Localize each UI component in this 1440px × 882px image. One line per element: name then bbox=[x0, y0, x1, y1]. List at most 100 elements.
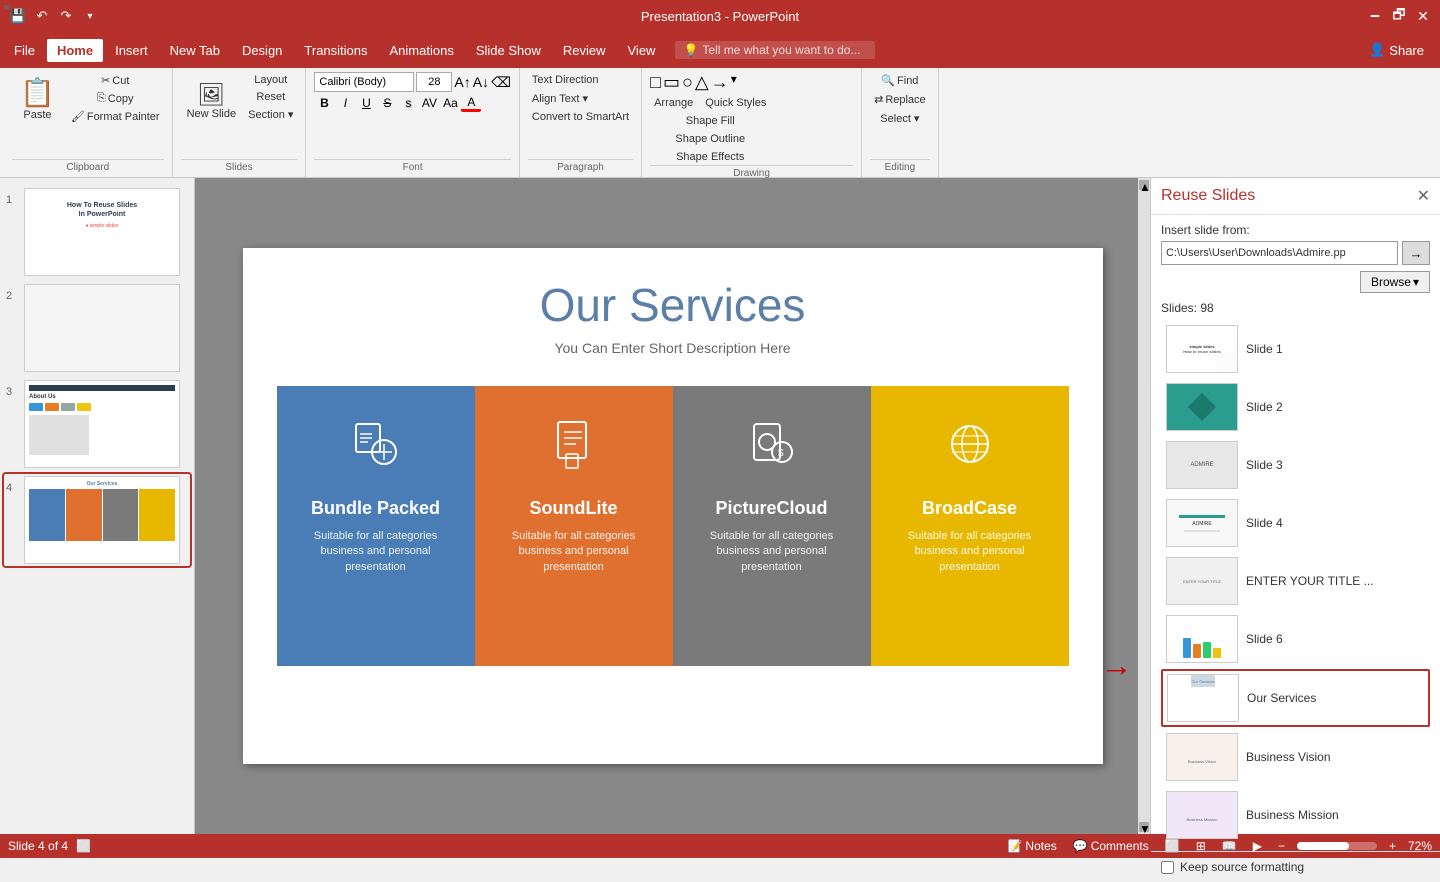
layout-button[interactable]: Layout bbox=[244, 72, 297, 88]
font-name-input[interactable] bbox=[314, 72, 414, 92]
slide-show-button[interactable]: ▶ bbox=[1249, 839, 1266, 853]
reading-view-button[interactable]: 📖 bbox=[1218, 839, 1241, 853]
reuse-slide-2[interactable]: Slide 2 bbox=[1161, 379, 1430, 435]
close-icon[interactable]: ✕ bbox=[1414, 7, 1432, 25]
zoom-slider[interactable] bbox=[1297, 842, 1377, 850]
reuse-slide-8[interactable]: Business Vision Business Vision bbox=[1161, 729, 1430, 785]
shape-outline-button[interactable]: Shape Outline bbox=[650, 131, 770, 147]
reuse-slides-list: simple slides How to reuse slides Slide … bbox=[1161, 321, 1430, 843]
clear-format-icon[interactable]: ⌫ bbox=[491, 74, 511, 91]
paste-button[interactable]: 📋 Paste bbox=[12, 72, 63, 125]
copy-button[interactable]: ⎘ Copy bbox=[67, 90, 164, 107]
service-card-2[interactable]: SoundLite Suitable for all categories bu… bbox=[475, 386, 673, 666]
zoom-out-button[interactable]: − bbox=[1274, 839, 1289, 853]
reuse-slide-thumb-9: Business Mission bbox=[1166, 791, 1238, 839]
section-button[interactable]: Section ▾ bbox=[244, 106, 297, 123]
service-card-3[interactable]: $ PictureCloud Suitable for all categori… bbox=[673, 386, 871, 666]
underline-button[interactable]: U bbox=[356, 94, 376, 112]
font-color-button[interactable]: A bbox=[461, 94, 481, 112]
browse-button[interactable]: Browse ▾ bbox=[1360, 271, 1430, 293]
menu-new-tab[interactable]: New Tab bbox=[160, 39, 230, 62]
strikethrough-button[interactable]: S bbox=[377, 94, 397, 112]
shape-fill-button[interactable]: Shape Fill bbox=[650, 113, 770, 129]
reuse-slide-1[interactable]: simple slides How to reuse slides Slide … bbox=[1161, 321, 1430, 377]
browse-dropdown-icon: ▾ bbox=[1413, 275, 1419, 289]
paragraph-label: Paragraph bbox=[528, 159, 633, 173]
customize-qat-icon[interactable]: ▾ bbox=[80, 6, 100, 26]
drawing-label: Drawing bbox=[650, 165, 853, 179]
reuse-slide-thumb-4: ADMIRE bbox=[1166, 499, 1238, 547]
reuse-body: Insert slide from: → Browse ▾ Slides: 98 bbox=[1151, 215, 1440, 851]
menu-slide-show[interactable]: Slide Show bbox=[466, 39, 551, 62]
slide-thumb-4[interactable]: 4 Our Services bbox=[4, 474, 190, 566]
convert-smartart-button[interactable]: Convert to SmartArt bbox=[528, 109, 633, 125]
reuse-slide-3[interactable]: ADMIRE Slide 3 bbox=[1161, 437, 1430, 493]
keep-source-formatting-checkbox[interactable] bbox=[1161, 861, 1174, 874]
reuse-close-button[interactable]: ✕ bbox=[1417, 186, 1430, 206]
menu-file[interactable]: File bbox=[4, 39, 45, 62]
copy-icon: ⎘ bbox=[97, 92, 106, 105]
shapes-more-icon[interactable]: ▾ bbox=[731, 72, 737, 93]
slide-thumb-3[interactable]: 3★ About Us bbox=[4, 378, 190, 470]
change-case-button[interactable]: Aa bbox=[440, 94, 460, 112]
reuse-slide-6[interactable]: Slide 6 bbox=[1161, 611, 1430, 667]
reuse-slide-7[interactable]: Our Services Our Services bbox=[1161, 669, 1430, 727]
shape-effects-button[interactable]: Shape Effects bbox=[650, 149, 770, 165]
minimize-icon[interactable]: 🗕 bbox=[1366, 7, 1384, 25]
triangle-icon: △ bbox=[695, 72, 709, 93]
menu-transitions[interactable]: Transitions bbox=[294, 39, 377, 62]
decrease-font-icon[interactable]: A↓ bbox=[473, 74, 489, 90]
share-label: Share bbox=[1389, 43, 1424, 58]
find-button[interactable]: 🔍 Find bbox=[870, 72, 930, 89]
status-left: Slide 4 of 4 ⬜ bbox=[8, 839, 91, 853]
cut-button[interactable]: ✂ Cut bbox=[67, 72, 164, 89]
text-direction-button[interactable]: Text Direction bbox=[528, 72, 603, 88]
menu-view[interactable]: View bbox=[618, 39, 666, 62]
zoom-in-button[interactable]: + bbox=[1385, 839, 1400, 853]
clipboard-label: Clipboard bbox=[12, 159, 164, 173]
undo-icon[interactable]: ↶ bbox=[32, 6, 52, 26]
menu-animations[interactable]: Animations bbox=[380, 39, 464, 62]
path-input[interactable] bbox=[1161, 241, 1398, 265]
quick-styles-button[interactable]: Quick Styles bbox=[701, 95, 770, 111]
align-text-button[interactable]: Align Text ▾ bbox=[528, 90, 592, 107]
oval-icon: ○ bbox=[682, 72, 693, 93]
redo-icon[interactable]: ↷ bbox=[56, 6, 76, 26]
search-label[interactable]: Tell me what you want to do... bbox=[702, 43, 860, 57]
menu-review[interactable]: Review bbox=[553, 39, 616, 62]
reuse-slide-5[interactable]: ENTER YOUR TITLE ENTER YOUR TITLE ... bbox=[1161, 553, 1430, 609]
slide-thumb-2[interactable]: 2 bbox=[4, 282, 190, 374]
quick-access-toolbar: 💾 ↶ ↷ ▾ bbox=[8, 6, 100, 26]
menu-insert[interactable]: Insert bbox=[105, 39, 158, 62]
shadow-button[interactable]: s bbox=[398, 94, 418, 112]
new-slide-button[interactable]: 🖼 New Slide bbox=[181, 72, 243, 132]
comments-button[interactable]: 💬 Comments bbox=[1069, 839, 1153, 853]
select-button[interactable]: Select ▾ bbox=[870, 110, 930, 127]
go-button[interactable]: → bbox=[1402, 241, 1430, 265]
format-painter-button[interactable]: 🖌 Format Painter bbox=[67, 108, 164, 125]
slide-sorter-button[interactable]: ⊞ bbox=[1192, 839, 1210, 853]
vertical-scrollbar[interactable]: ▲ ▼ bbox=[1138, 178, 1150, 834]
italic-button[interactable]: I bbox=[335, 94, 355, 112]
reuse-slide-4[interactable]: ADMIRE Slide 4 bbox=[1161, 495, 1430, 551]
slide-thumb-1[interactable]: 1 How To Reuse SlidesIn PowerPoint ♦ sim… bbox=[4, 186, 190, 278]
menu-home[interactable]: Home bbox=[47, 39, 103, 62]
notes-button[interactable]: 📝 Notes bbox=[1003, 839, 1060, 853]
increase-font-icon[interactable]: A↑ bbox=[454, 74, 470, 90]
replace-button[interactable]: ⇄ Replace bbox=[870, 91, 930, 108]
share-button[interactable]: 👤 Share bbox=[1357, 38, 1436, 62]
reset-button[interactable]: Reset bbox=[244, 89, 297, 105]
service-card-4[interactable]: BroadCase Suitable for all categories bu… bbox=[871, 386, 1069, 666]
arrange-button[interactable]: Arrange bbox=[650, 95, 697, 111]
reuse-slide-9[interactable]: Business Mission Business Mission bbox=[1161, 787, 1430, 843]
normal-view-button[interactable]: ⬜ bbox=[1161, 839, 1184, 853]
reuse-slide-label-4: Slide 4 bbox=[1246, 516, 1283, 530]
save-icon[interactable]: 💾 bbox=[8, 6, 28, 26]
restore-icon[interactable]: 🗗 bbox=[1390, 7, 1408, 25]
rounded-rect-icon: ▭ bbox=[663, 72, 680, 93]
menu-design[interactable]: Design bbox=[232, 39, 292, 62]
bold-button[interactable]: B bbox=[314, 94, 334, 112]
char-spacing-button[interactable]: AV bbox=[419, 94, 439, 112]
service-card-1[interactable]: Bundle Packed Suitable for all categorie… bbox=[277, 386, 475, 666]
font-size-input[interactable] bbox=[416, 72, 452, 92]
